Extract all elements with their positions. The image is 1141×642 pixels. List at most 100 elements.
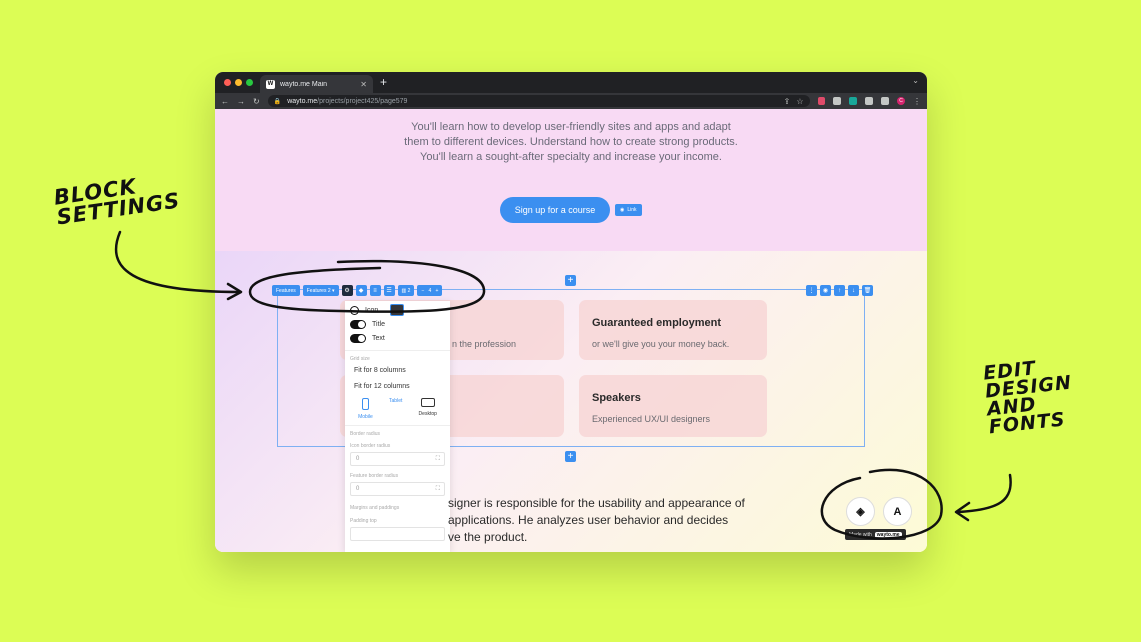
- browser-window: W wayto.me Main ✕ + ⌄ ← → ↻ 🔒 wayto.me/p…: [215, 72, 927, 552]
- device-desktop[interactable]: Desktop: [419, 398, 437, 420]
- mobile-icon: [361, 398, 369, 410]
- puzzle-icon[interactable]: [865, 97, 874, 105]
- page-viewport: You'll learn how to develop user-friendl…: [215, 109, 927, 552]
- align-left-icon[interactable]: ≡: [369, 285, 381, 296]
- extension-icon[interactable]: [833, 97, 842, 105]
- tablet-icon: [390, 304, 404, 316]
- close-icon[interactable]: ✕: [360, 80, 367, 89]
- device-label: Mobile: [358, 414, 373, 420]
- feature-card-text: Experienced UX/UI designers: [592, 414, 711, 424]
- paint-icon[interactable]: ◆: [355, 285, 367, 296]
- fonts-button[interactable]: A: [883, 497, 912, 526]
- icon-toggle[interactable]: [350, 305, 359, 315]
- grid-option-12[interactable]: Fit for 12 columns: [345, 378, 450, 394]
- device-tablet[interactable]: Tablet: [389, 304, 404, 420]
- link-chip-label: Link: [627, 207, 637, 213]
- share-icon[interactable]: ⇪: [784, 97, 791, 106]
- variant-select[interactable]: Features 2 ▾: [302, 285, 339, 296]
- minus-icon[interactable]: −: [421, 288, 424, 294]
- block-toolbar: Features Features 2 ▾ ⚙ ◆ ≡ ☰ ▥ 2 − 4 +: [272, 285, 443, 296]
- more-icon[interactable]: ⋮: [806, 285, 817, 296]
- move-down-icon[interactable]: ↓: [848, 285, 859, 296]
- border-radius-label: Border radius: [350, 431, 381, 437]
- feature-card-text: n the profession: [452, 339, 517, 349]
- sidebar-icon[interactable]: [881, 97, 890, 105]
- about-line: applications. He analyzes user behavior …: [448, 513, 729, 527]
- align-center-icon[interactable]: ☰: [383, 285, 395, 296]
- hero-section: You'll learn how to develop user-friendl…: [215, 109, 927, 251]
- columns-value: 2: [407, 287, 411, 294]
- forward-icon[interactable]: →: [237, 97, 245, 106]
- count-value: 4: [428, 287, 432, 294]
- extension-icon[interactable]: [817, 97, 826, 105]
- design-button[interactable]: ◈: [846, 497, 875, 526]
- signup-button[interactable]: Sign up for a course: [500, 197, 610, 223]
- hero-text: You'll learn how to develop user-friendl…: [404, 121, 738, 163]
- divider: [345, 350, 450, 351]
- eye-icon: ◉: [620, 207, 625, 213]
- brand-logo: wayto.me: [874, 531, 902, 538]
- toggle-row-title[interactable]: Title: [345, 317, 450, 331]
- device-label: Tablet: [389, 398, 403, 404]
- icon-radius-label: Icon border radius: [350, 443, 391, 449]
- plus-icon[interactable]: +: [436, 288, 439, 294]
- features-section: + n the profession Guaranteed employment…: [215, 251, 927, 552]
- grid-option-8[interactable]: Fit for 8 columns: [345, 362, 450, 378]
- toggle-row-text[interactable]: Text: [345, 331, 450, 345]
- columns-control[interactable]: ▥ 2: [397, 285, 415, 296]
- title-toggle[interactable]: [350, 319, 366, 329]
- tab-title: wayto.me Main: [280, 80, 328, 88]
- edit-design-annotation: EDIT DESIGN AND FONTS: [982, 356, 1076, 438]
- extension-icon[interactable]: [849, 97, 858, 105]
- feature-card[interactable]: Speakers Experienced UX/UI designers: [579, 375, 767, 437]
- made-with-badge[interactable]: Made with wayto.me: [845, 529, 906, 540]
- divider: [345, 425, 450, 426]
- feature-radius-input[interactable]: 0 ⛶: [350, 482, 445, 496]
- link-chip[interactable]: ◉ Link: [615, 204, 642, 216]
- add-block-below-button[interactable]: +: [565, 451, 576, 462]
- toggle-label: Icon: [365, 306, 379, 314]
- close-window-dot[interactable]: [224, 79, 231, 86]
- new-tab-icon[interactable]: +: [380, 75, 387, 89]
- star-icon[interactable]: ☆: [796, 97, 803, 106]
- feature-radius-value: 0: [356, 486, 360, 492]
- count-stepper[interactable]: − 4 +: [417, 285, 443, 296]
- about-text: signer is responsible for the usability …: [448, 495, 778, 546]
- device-switcher: Mobile Tablet Desktop: [345, 304, 450, 420]
- lock-icon: 🔒: [273, 98, 282, 105]
- url-domain: wayto.me: [287, 97, 318, 105]
- margins-label: Margins and paddings: [350, 505, 400, 511]
- url-input[interactable]: 🔒 wayto.me/projects/project425/page579 ⇪…: [267, 95, 810, 107]
- about-line: ve the product.: [448, 530, 528, 544]
- browser-tab[interactable]: W wayto.me Main ✕: [260, 75, 373, 93]
- add-block-above-button[interactable]: +: [565, 275, 576, 286]
- reload-icon[interactable]: ↻: [253, 97, 260, 106]
- icon-radius-value: 0: [356, 456, 360, 462]
- move-up-icon[interactable]: ↑: [834, 285, 845, 296]
- block-name-button[interactable]: Features: [272, 285, 300, 296]
- made-with-label: Made with: [849, 531, 872, 538]
- trash-icon[interactable]: 🗑: [862, 285, 873, 296]
- block-settings-annotation: BLOCK SETTINGS: [52, 172, 181, 229]
- expand-icon[interactable]: ⛶: [436, 486, 440, 493]
- gear-icon[interactable]: ⚙: [341, 285, 353, 296]
- chevron-down-icon[interactable]: ⌄: [912, 76, 919, 85]
- block-settings-panel: Icon Title Text Grid size Fit for 8 colu…: [345, 301, 450, 552]
- eye-icon[interactable]: ◉: [820, 285, 831, 296]
- kebab-menu-icon[interactable]: ⋮: [913, 97, 921, 106]
- maximize-window-dot[interactable]: [246, 79, 253, 86]
- minimize-window-dot[interactable]: [235, 79, 242, 86]
- laptop-icon: [420, 398, 435, 407]
- profile-avatar[interactable]: C: [897, 97, 905, 105]
- padding-top-input[interactable]: [350, 527, 445, 541]
- arrowhead: [954, 501, 971, 522]
- feature-card-title: Speakers: [592, 392, 641, 404]
- feature-card[interactable]: Guaranteed employment or we'll give you …: [579, 300, 767, 360]
- feature-card-text: or we'll give you your money back.: [592, 339, 730, 349]
- text-toggle[interactable]: [350, 333, 366, 343]
- expand-icon[interactable]: ⛶: [436, 456, 440, 463]
- device-mobile[interactable]: Mobile: [358, 398, 373, 420]
- toggle-label: Text: [372, 334, 385, 342]
- icon-radius-input[interactable]: 0 ⛶: [350, 452, 445, 466]
- back-icon[interactable]: ←: [221, 97, 229, 106]
